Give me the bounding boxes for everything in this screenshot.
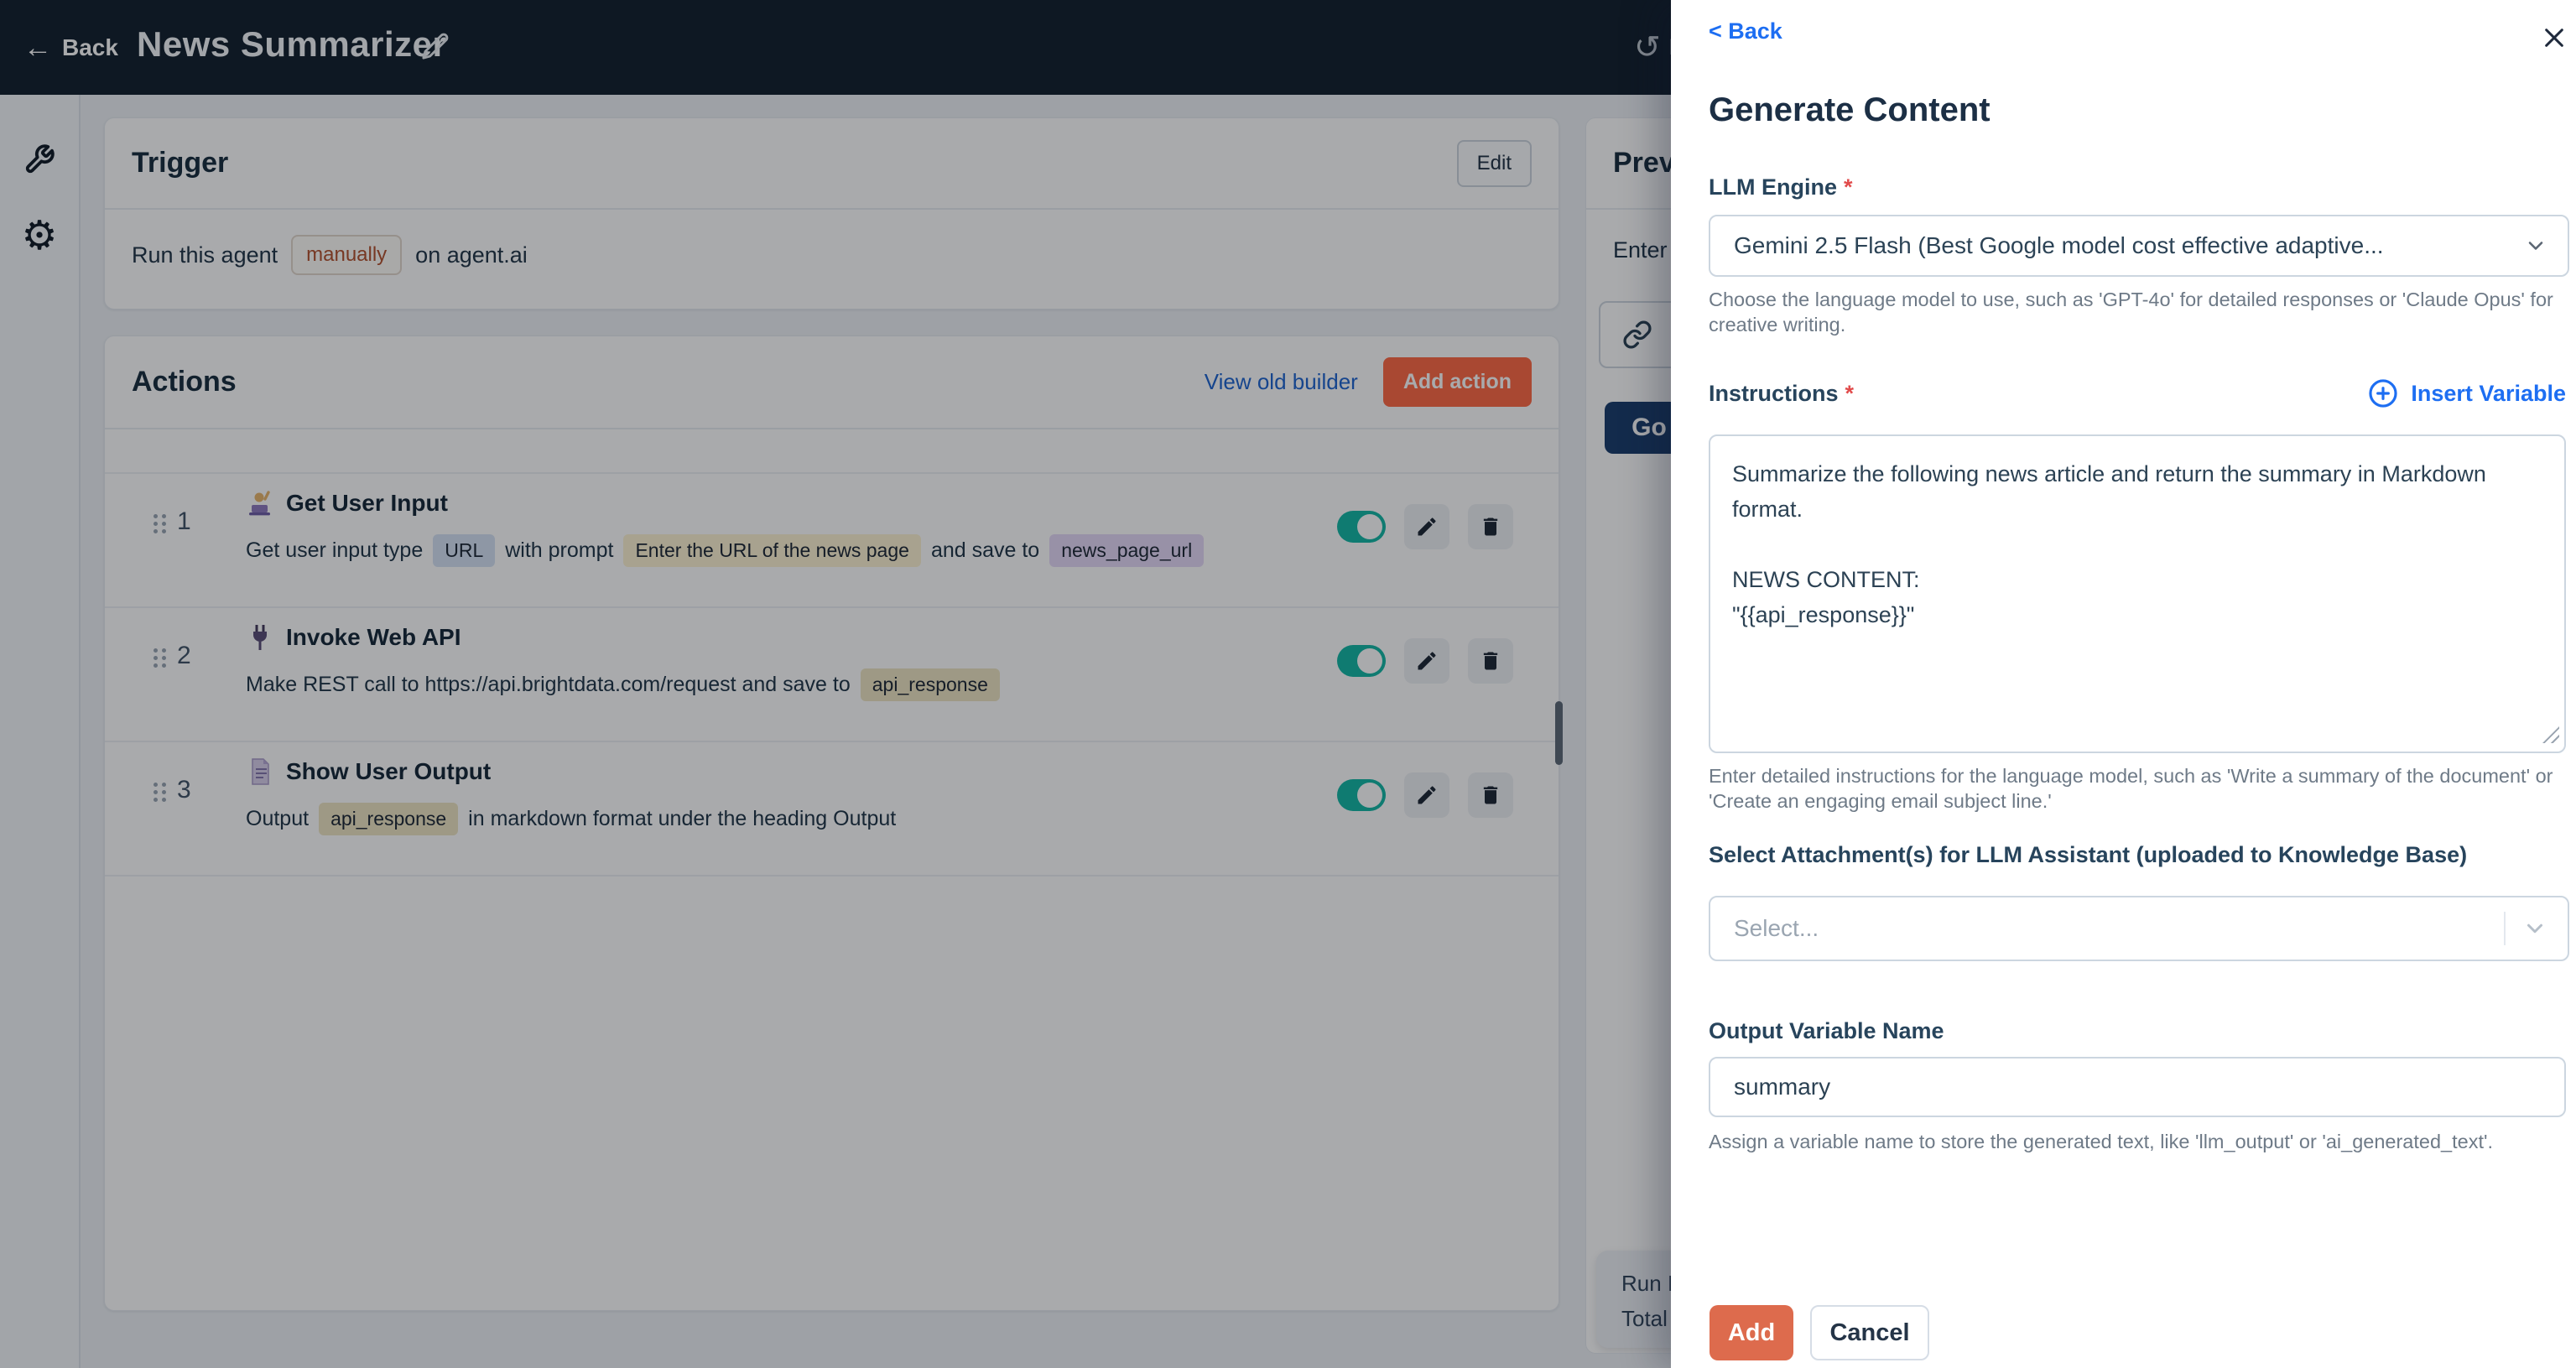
instructions-textarea[interactable]: Summarize the following news article and… [1709, 434, 2566, 753]
chevron-down-icon [2528, 242, 2543, 250]
output-variable-input[interactable] [1709, 1057, 2566, 1117]
generate-content-drawer: < Back Generate Content LLM Engine * Gemi… [1671, 0, 2576, 1368]
chevron-down-icon [2527, 923, 2542, 934]
plus-circle-icon [2369, 379, 2398, 408]
attachments-placeholder: Select... [1734, 915, 1819, 941]
llm-engine-select[interactable]: Gemini 2.5 Flash (Best Google model cost… [1709, 215, 2569, 277]
instructions-label: Instructions * [1709, 380, 1855, 406]
required-asterisk: * [1845, 380, 1855, 406]
required-asterisk: * [1843, 174, 1853, 200]
llm-engine-label: LLM Engine * [1709, 174, 1853, 200]
add-button[interactable]: Add [1710, 1305, 1793, 1360]
output-variable-helper: Assign a variable name to store the gene… [1709, 1131, 2493, 1152]
close-drawer-button[interactable] [2535, 18, 2573, 57]
instructions-helper: Enter detailed instructions for the lang… [1709, 765, 2553, 812]
modal-overlay[interactable] [0, 0, 1672, 1368]
close-icon [2545, 29, 2563, 47]
drawer-back-link[interactable]: < Back [1709, 18, 1782, 44]
cancel-button[interactable]: Cancel [1810, 1305, 1929, 1360]
llm-engine-value: Gemini 2.5 Flash (Best Google model cost… [1734, 232, 2384, 258]
insert-variable-button[interactable]: Insert Variable [2367, 377, 2566, 409]
attachments-label: Select Attachment(s) for LLM Assistant (… [1709, 842, 2468, 867]
llm-engine-helper: Choose the language model to use, such a… [1709, 289, 2553, 335]
attachments-select[interactable]: Select... [1709, 896, 2569, 961]
select-divider [2504, 912, 2506, 945]
output-variable-label: Output Variable Name [1709, 1018, 1944, 1043]
drawer-title: Generate Content [1709, 91, 1991, 128]
